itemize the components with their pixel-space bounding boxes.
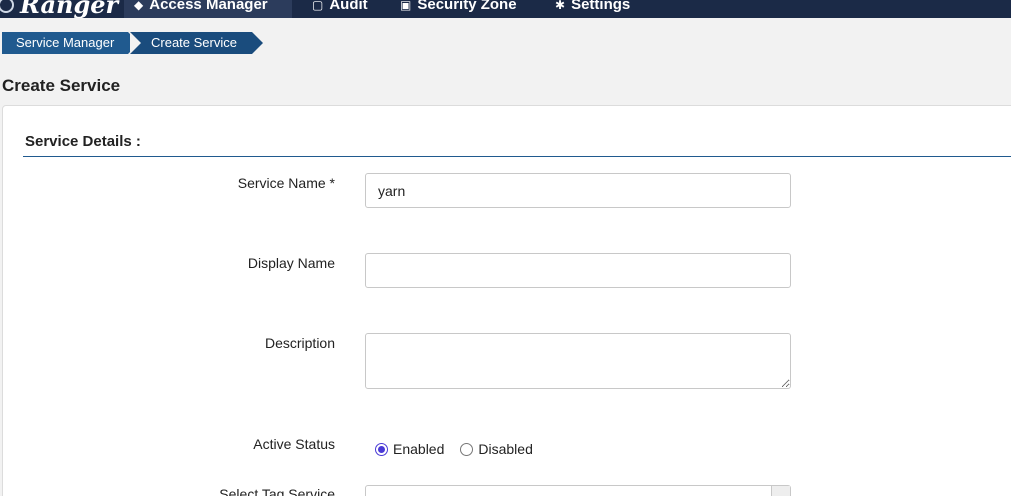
breadcrumb-service-manager[interactable]: Service Manager xyxy=(2,32,139,54)
top-navbar: Ranger ◆ Access Manager ▢ Audit ▣ Securi… xyxy=(0,0,1011,18)
nav-item-label: Security Zone xyxy=(417,0,517,13)
description-textarea[interactable] xyxy=(365,333,791,389)
section-title: Service Details : xyxy=(25,133,141,150)
breadcrumb-create-service: Create Service xyxy=(130,32,263,54)
zone-icon: ▣ xyxy=(400,0,412,12)
nav-item-label: Access Manager xyxy=(149,0,268,13)
radio-enabled-label: Enabled xyxy=(393,441,445,457)
select-tag-service-label: Select Tag Service xyxy=(219,486,335,496)
nav-access-manager[interactable]: ◆ Access Manager xyxy=(124,0,292,18)
app-logo[interactable]: Ranger xyxy=(0,0,118,18)
nav-security-zone[interactable]: ▣ Security Zone xyxy=(390,0,527,18)
form-panel xyxy=(2,105,1011,496)
radio-disabled[interactable]: Disabled xyxy=(460,441,533,457)
active-status-radio-group: Enabled Disabled xyxy=(375,441,549,457)
description-label: Description xyxy=(264,335,335,351)
page-title: Create Service xyxy=(2,76,121,95)
radio-enabled-control[interactable] xyxy=(375,442,388,456)
section-divider xyxy=(23,156,1011,157)
nav-item-label: Settings xyxy=(571,0,631,13)
chevron-down-icon[interactable] xyxy=(771,486,790,496)
shield-icon: ◆ xyxy=(134,0,144,12)
app-logo-text: Ranger xyxy=(20,0,119,18)
radio-enabled[interactable]: Enabled xyxy=(375,441,444,457)
display-name-label: Display Name xyxy=(247,255,335,271)
radio-disabled-label: Disabled xyxy=(478,441,533,457)
radio-disabled-control[interactable] xyxy=(460,442,474,456)
active-status-label: Active Status xyxy=(253,436,335,452)
nav-item-label: Audit xyxy=(329,0,368,13)
service-name-label: Service Name * xyxy=(237,175,335,191)
display-name-input[interactable] xyxy=(365,253,791,288)
tag-service-select[interactable] xyxy=(365,485,791,496)
gear-icon: ✱ xyxy=(555,0,566,12)
nav-settings[interactable]: ✱ Settings xyxy=(545,0,640,18)
nav-audit[interactable]: ▢ Audit xyxy=(302,0,378,18)
service-name-input[interactable] xyxy=(365,173,791,208)
file-icon: ▢ xyxy=(312,0,324,12)
ranger-logo-icon xyxy=(0,0,14,13)
